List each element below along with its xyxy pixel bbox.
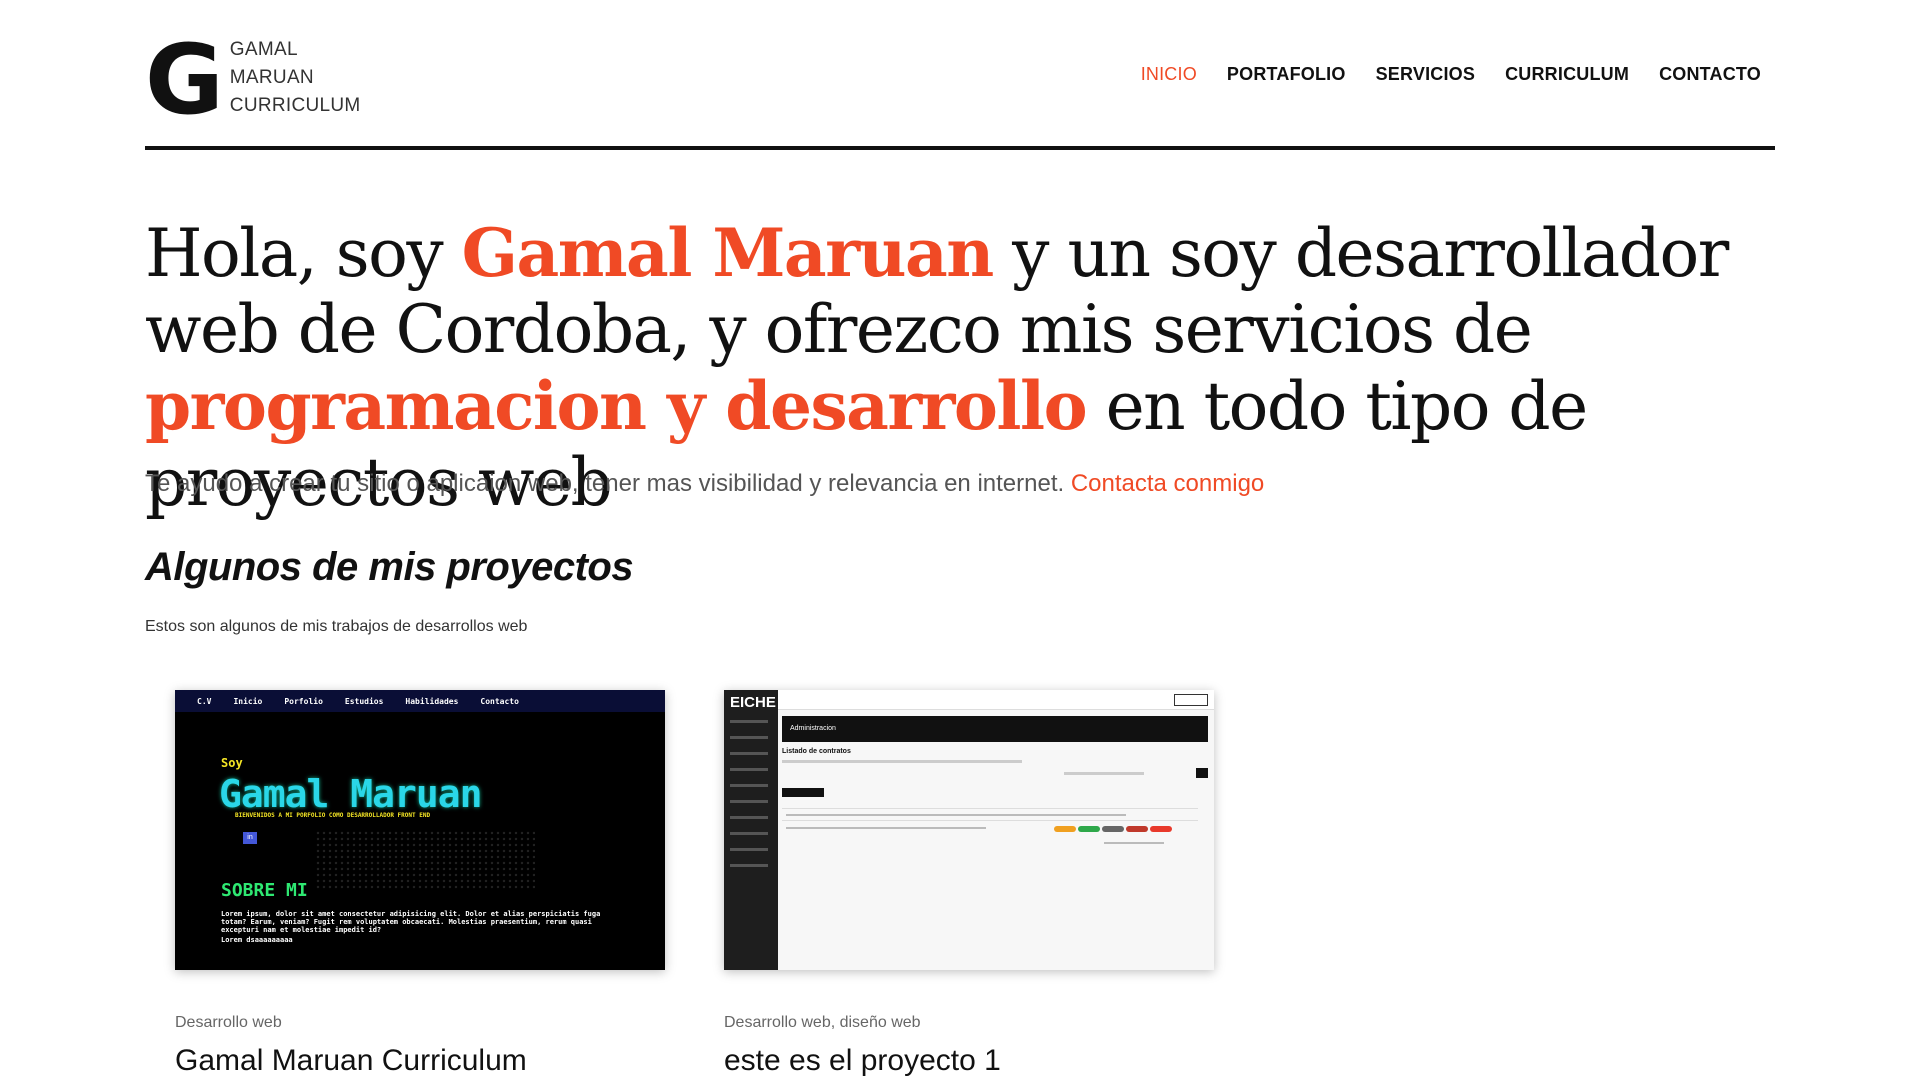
nav-link-inicio[interactable]: INICIO <box>1141 64 1197 85</box>
thumb2-sidebar-item <box>730 720 768 723</box>
project-card-2: EICHE Administracion Listado de contrato… <box>724 690 1214 1078</box>
thumb1-nav-item: Habilidades <box>405 696 459 706</box>
contact-link[interactable]: Contacta conmigo <box>1071 470 1264 497</box>
thumb2-brand: EICHE <box>730 694 776 711</box>
thumb2-tabs <box>782 788 824 797</box>
thumb2-table-header <box>782 808 1198 809</box>
thumb1-name: Gamal Maruan <box>219 772 483 816</box>
project-card-1: C.V Inicio Porfolio Estudios Habilidades… <box>175 690 665 1078</box>
project-thumbnail-2[interactable]: EICHE Administracion Listado de contrato… <box>724 690 1214 970</box>
thumb1-tagline: BIENVENIDOS A MI PORFOLIO COMO DESARROLL… <box>235 812 431 819</box>
thumb1-section-title: SOBRE MI <box>221 880 308 901</box>
project-thumbnail-1[interactable]: C.V Inicio Porfolio Estudios Habilidades… <box>175 690 665 970</box>
thumb2-admin-header: Administracion <box>782 716 1208 742</box>
thumb1-nav-item: Contacto <box>480 696 519 706</box>
projects-title: Algunos de mis proyectos <box>145 545 634 589</box>
search-icon <box>1196 768 1208 778</box>
thumb2-row-cells <box>786 827 986 829</box>
nav-link-contacto[interactable]: CONTACTO <box>1659 64 1761 85</box>
thumb2-sidebar-item <box>730 816 768 819</box>
project-category: Desarrollo web <box>175 1014 282 1031</box>
thumb2-desc-line <box>782 760 1022 763</box>
thumb2-sidebar-item <box>730 784 768 787</box>
thumb2-sidebar-item <box>730 768 768 771</box>
project-title[interactable]: este es el proyecto 1 <box>724 1044 1214 1078</box>
nav-link-servicios[interactable]: SERVICIOS <box>1376 64 1476 85</box>
project-title[interactable]: Gamal Maruan Curriculum <box>175 1044 665 1078</box>
hero-accent-services: programacion y desarrollo <box>145 367 1088 445</box>
logo-text: GAMAL MARUAN CURRICULUM <box>230 36 361 120</box>
thumb1-nav-item: Inicio <box>233 696 263 706</box>
thumb2-search-field <box>1064 772 1144 775</box>
thumb2-action-pill <box>1126 826 1148 832</box>
thumb1-lorem-2: Lorem dsaaaaaaaaa <box>221 936 293 944</box>
site-logo[interactable]: G GAMAL MARUAN CURRICULUM <box>145 30 361 128</box>
thumb2-action-pill <box>1150 826 1172 832</box>
subtitle-text: Te ayudo a crear tu sitio o aplicaion we… <box>145 470 1071 497</box>
hero-accent-name: Gamal Maruan <box>461 214 995 292</box>
thumb1-dot-pattern <box>315 830 535 890</box>
thumb1-nav-item: Estudios <box>344 696 384 706</box>
project-category: Desarrollo web, diseño web <box>724 1014 921 1031</box>
thumb1-nav-item: Porfolio <box>284 696 323 706</box>
thumb2-sidebar-item <box>730 848 768 851</box>
thumb2-action-pill <box>1102 826 1124 832</box>
logo-line-3: CURRICULUM <box>229 95 361 116</box>
logo-line-1: GAMAL <box>229 39 298 60</box>
thumb2-action-pill <box>1078 826 1100 832</box>
thumb1-navbar: C.V Inicio Porfolio Estudios Habilidades… <box>175 690 665 712</box>
thumb2-sidebar-item <box>730 736 768 739</box>
nav-link-curriculum[interactable]: CURRICULUM <box>1505 64 1629 85</box>
thumb2-sidebar-item <box>730 832 768 835</box>
thumb2-table-row <box>782 820 1198 821</box>
main-nav: INICIO PORTAFOLIO SERVICIOS CURRICULUM C… <box>1141 64 1761 85</box>
thumb2-top-button <box>1174 694 1208 706</box>
thumb2-pagination <box>1104 842 1164 844</box>
projects-description: Estos son algunos de mis trabajos de des… <box>145 618 528 635</box>
thumb2-sidebar: EICHE <box>724 690 778 970</box>
site-header: G GAMAL MARUAN CURRICULUM INICIO PORTAFO… <box>145 30 1775 150</box>
thumb2-sidebar-item <box>730 864 768 867</box>
thumb1-nav-logo: C.V <box>197 696 212 706</box>
thumb2-action-pill <box>1054 826 1076 832</box>
hero-subtitle: Te ayudo a crear tu sitio o aplicaion we… <box>145 470 1264 498</box>
logo-letter: G <box>145 24 224 136</box>
logo-line-2: MARUAN <box>229 67 314 88</box>
thumb1-soy: Soy <box>221 756 243 770</box>
linkedin-icon: in <box>243 832 257 844</box>
thumb2-list-title: Listado de contratos <box>782 748 851 755</box>
nav-link-portafolio[interactable]: PORTAFOLIO <box>1227 64 1346 85</box>
thumb1-lorem: Lorem ipsum, dolor sit amet consectetur … <box>221 910 601 934</box>
thumb2-sidebar-item <box>730 752 768 755</box>
thumb2-header-cells <box>786 814 1126 816</box>
thumb2-sidebar-item <box>730 800 768 803</box>
thumb2-topbar <box>778 690 1214 710</box>
hero-text-1: Hola, soy <box>145 215 462 292</box>
